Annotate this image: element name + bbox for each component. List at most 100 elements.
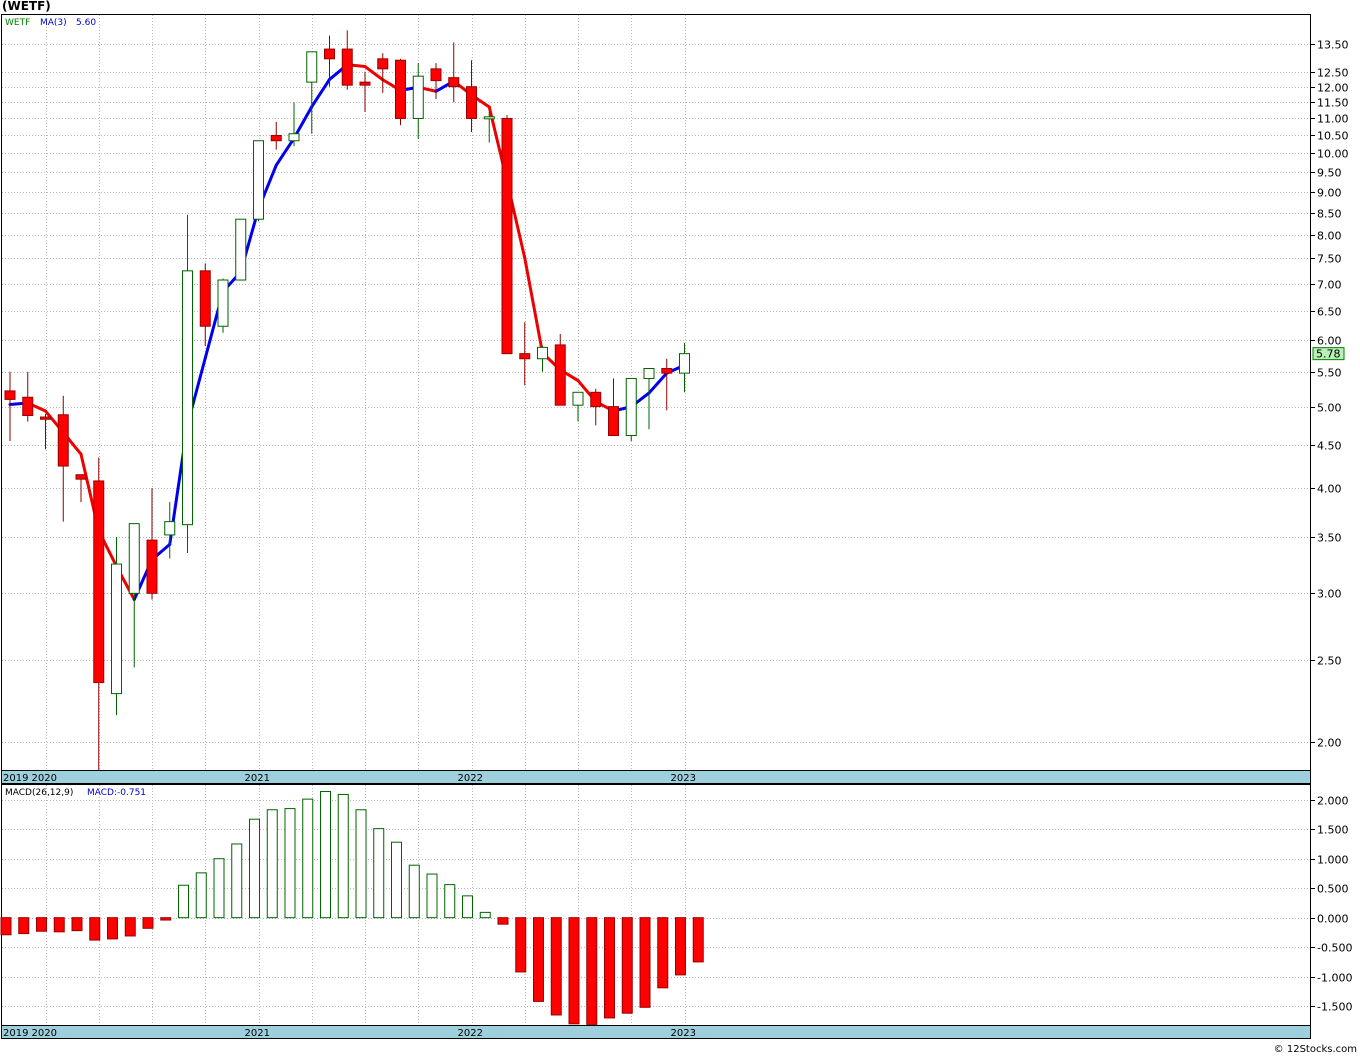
candle-body — [341, 48, 353, 86]
macd-bar — [36, 917, 47, 932]
price-panel-frame — [1, 14, 1311, 771]
price-tick-label: 6.50 — [1317, 306, 1342, 319]
macd-date-bar — [1, 1025, 1311, 1039]
price-tick-label: 6.00 — [1317, 335, 1342, 348]
price-x-label: 2019 — [3, 773, 28, 784]
price-tick-label: 3.00 — [1317, 588, 1342, 601]
candle-body — [430, 68, 442, 82]
candle-body — [111, 563, 122, 695]
price-tick-label: 5.50 — [1317, 367, 1342, 380]
candle-body — [537, 346, 548, 360]
candle-body — [164, 521, 176, 536]
price-tick-label: 4.00 — [1317, 483, 1342, 496]
macd-bar — [18, 917, 30, 935]
macd-bar — [266, 809, 278, 919]
macd-bar — [71, 917, 83, 932]
price-tick-label: 7.50 — [1317, 253, 1342, 266]
macd-bar — [657, 917, 669, 989]
macd-tick-label: -1.000 — [1317, 972, 1352, 985]
macd-tick-label: -0.500 — [1317, 942, 1352, 955]
macd-bar — [444, 884, 456, 919]
price-y-axis: 2.00 2.50 3.00 3.50 4.00 4.50 5.00 5.50 6.00 6.50… — [1310, 39, 1349, 750]
price-tick-label: 5.00 — [1317, 402, 1342, 415]
candle — [217, 278, 229, 333]
candle — [395, 58, 406, 126]
macd-bar — [195, 872, 207, 919]
macd-bar — [533, 917, 544, 1002]
macd-bar — [426, 873, 438, 919]
price-tick-label: 8.50 — [1317, 208, 1342, 221]
candle-body — [519, 353, 531, 360]
price-x-label: 2021 — [245, 773, 270, 784]
macd-bar — [586, 917, 598, 1025]
price-tick-label: 9.00 — [1317, 187, 1342, 200]
price-tick-label: 12.50 — [1317, 67, 1349, 80]
price-tick-label: 11.50 — [1317, 97, 1349, 110]
price-tick-label: 13.50 — [1317, 39, 1349, 52]
macd-bar — [373, 828, 385, 919]
price-tick-label: 2.00 — [1317, 737, 1342, 750]
macd-tick-label: 1.500 — [1317, 824, 1349, 837]
price-tick-label: 8.00 — [1317, 230, 1342, 243]
macd-x-label: 2019 — [3, 1028, 28, 1039]
last-price-label: 5.78 — [1316, 348, 1341, 361]
macd-tick-label: 2.000 — [1317, 795, 1349, 808]
candle — [554, 333, 566, 406]
candle-body — [93, 480, 105, 684]
macd-bar — [142, 917, 154, 929]
macd-bar — [107, 917, 118, 940]
candle — [235, 218, 247, 281]
candle-body — [288, 133, 300, 142]
macd-tick-label: 1.000 — [1317, 854, 1349, 867]
macd-bar — [0, 917, 12, 936]
candle-body — [466, 86, 477, 119]
macd-bar — [497, 917, 509, 925]
last-price-marker: 5.78 — [1312, 347, 1345, 361]
candle-body — [554, 344, 566, 406]
candle-body — [22, 396, 34, 417]
candle-body — [57, 414, 69, 467]
macd-bar — [160, 917, 172, 921]
macd-bar — [462, 895, 473, 919]
macd-bar — [320, 790, 331, 919]
macd-bar — [249, 818, 260, 919]
stock-chart: 2.00 2.50 3.00 3.50 4.00 4.50 5.00 5.50 6.00 6.50… — [0, 14, 1352, 1039]
candle-body — [625, 378, 637, 437]
macd-bar — [178, 884, 189, 919]
macd-bar — [231, 843, 243, 919]
price-tick-label: 10.50 — [1317, 130, 1349, 143]
macd-tick-label: 0.500 — [1317, 883, 1349, 896]
macd-bar — [550, 917, 562, 1016]
macd-bar — [355, 809, 367, 919]
macd-legend-value: MACD:-0.751 — [87, 788, 146, 798]
candle-body — [182, 270, 193, 526]
macd-bar — [621, 917, 633, 1014]
candle — [111, 536, 122, 716]
price-tick-label: 3.50 — [1317, 532, 1342, 545]
macd-legend-label: MACD(26,12,9) — [5, 788, 73, 798]
candle-body — [270, 134, 282, 142]
candle-body — [199, 270, 211, 327]
candle — [501, 115, 513, 355]
macd-x-label: 2020 — [32, 1028, 57, 1039]
candle-body — [128, 523, 140, 594]
price-date-bar — [1, 770, 1311, 784]
candle — [625, 378, 637, 442]
legend-symbol: WETF — [5, 18, 30, 28]
price-x-label: 2023 — [671, 773, 696, 784]
candle-body — [217, 279, 229, 327]
macd-bar — [302, 798, 314, 919]
price-tick-label: 7.00 — [1317, 279, 1342, 292]
macd-bar — [675, 917, 686, 976]
price-tick-label: 11.00 — [1317, 113, 1349, 126]
macd-bar — [53, 917, 65, 933]
candle-body — [608, 406, 619, 437]
macd-bar — [284, 808, 296, 919]
candle-body — [359, 81, 371, 86]
price-tick-label: 9.50 — [1317, 167, 1342, 180]
macd-bar — [89, 917, 101, 941]
macd-bar — [515, 917, 527, 973]
macd-bar — [124, 917, 136, 937]
macd-y-axis: 2.000 1.500 1.000 0.500 0.000 -0.500 -1.000 -1.… — [1310, 795, 1352, 1014]
macd-bar — [213, 858, 225, 919]
